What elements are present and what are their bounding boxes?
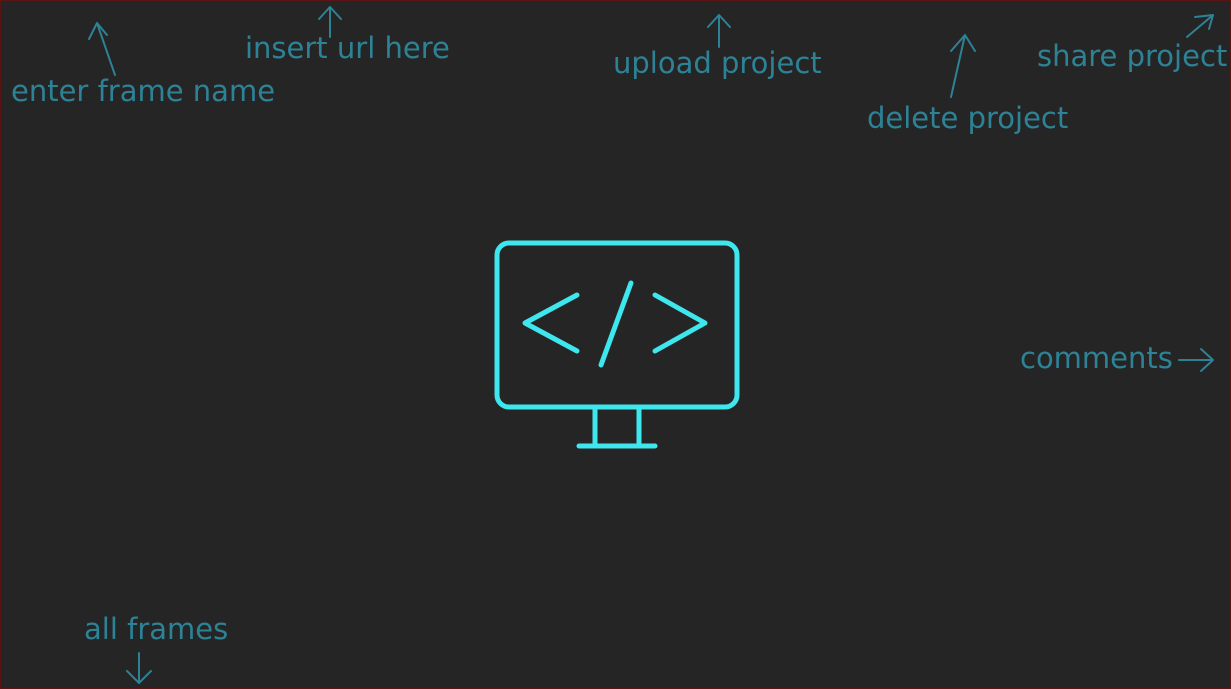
hint-insert-url: insert url here — [245, 31, 450, 65]
arrow-right-icon — [1178, 348, 1214, 372]
hint-delete-project: delete project — [867, 101, 1069, 135]
arrow-down-icon — [126, 652, 152, 684]
hint-all-frames: all frames — [84, 612, 229, 646]
hint-enter-frame-name: enter frame name — [11, 74, 276, 108]
hint-upload-project: upload project — [613, 46, 822, 80]
arrow-up-icon — [88, 22, 116, 76]
hint-share-project: share project — [1037, 39, 1228, 73]
arrow-up-icon — [707, 14, 731, 48]
arrow-up-right-icon — [1186, 14, 1214, 38]
app-canvas: enter frame name insert url here upload … — [0, 0, 1231, 689]
hint-comments: comments — [1020, 341, 1173, 375]
arrow-up-icon — [950, 34, 976, 98]
monitor-code-icon — [493, 239, 741, 453]
